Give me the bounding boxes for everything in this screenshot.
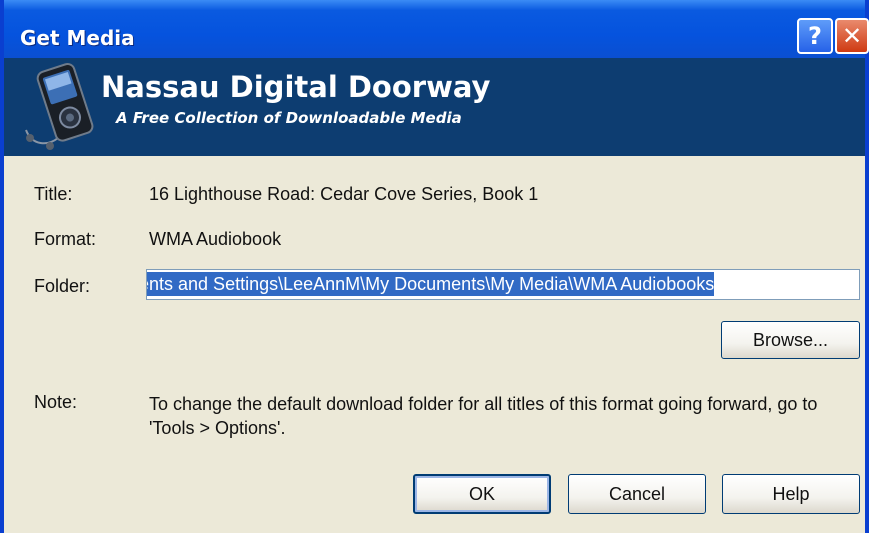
title-label: Title:: [34, 184, 73, 204]
media-player-device-icon: [25, 63, 94, 150]
folder-input-value: cuments and Settings\LeeAnnM\My Document…: [147, 272, 715, 296]
help-button[interactable]: Help: [722, 474, 860, 514]
window-title: Get Media: [20, 26, 135, 50]
cancel-button[interactable]: Cancel: [568, 474, 706, 514]
folder-input[interactable]: cuments and Settings\LeeAnnM\My Document…: [146, 269, 860, 300]
get-media-dialog: Get Media ? ✕ Nassau Digital Doorway A F…: [0, 0, 869, 533]
help-title-button[interactable]: ?: [797, 18, 833, 54]
format-label: Format:: [34, 229, 97, 249]
folder-label: Folder:: [34, 276, 91, 296]
note-text: To change the default download folder fo…: [149, 394, 818, 438]
title-value: 16 Lighthouse Road: Cedar Cove Series, B…: [149, 184, 539, 204]
close-button[interactable]: ✕: [835, 18, 869, 54]
dialog-content: Title: 16 Lighthouse Road: Cedar Cove Se…: [4, 156, 865, 533]
ok-button[interactable]: OK: [413, 474, 551, 514]
banner-subtitle: A Free Collection of Downloadable Media: [116, 109, 462, 127]
format-value: WMA Audiobook: [149, 229, 282, 249]
title-bar[interactable]: Get Media ? ✕: [4, 0, 869, 58]
note-label: Note:: [34, 392, 78, 412]
banner-title: Nassau Digital Doorway: [101, 70, 491, 104]
banner: Nassau Digital Doorway A Free Collection…: [4, 58, 865, 156]
browse-button[interactable]: Browse...: [721, 321, 860, 359]
